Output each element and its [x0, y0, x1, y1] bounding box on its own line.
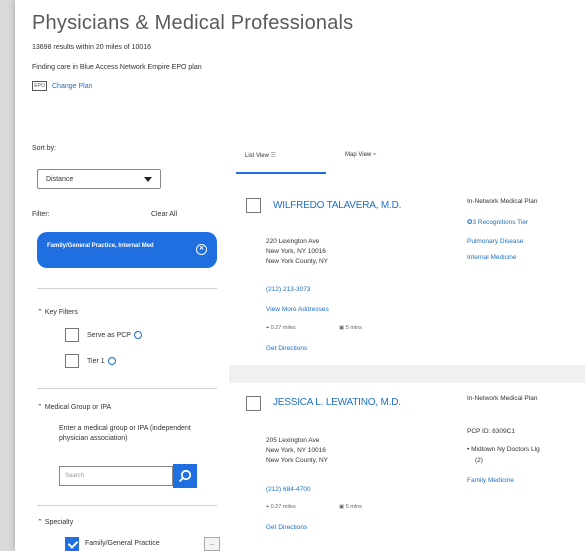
- results-count: 13698 results within 20 miles of 10016: [32, 44, 152, 51]
- serve-as-pcp-label: Serve as PCP: [87, 331, 142, 339]
- more-button[interactable]: ...: [204, 537, 220, 551]
- car-icon: ▣: [339, 325, 345, 331]
- provider-name-link[interactable]: WILFREDO TALAVERA, M.D.: [273, 200, 401, 211]
- car-icon: ▣: [339, 504, 345, 510]
- change-plan-link[interactable]: Change Plan: [52, 83, 92, 90]
- search-button[interactable]: [173, 464, 197, 488]
- tab-map-view[interactable]: Map View ⌖: [345, 152, 376, 159]
- clear-all-link[interactable]: Clear All: [151, 211, 177, 218]
- map-pin-icon: ⌖: [372, 152, 377, 158]
- distance: ⌖ 0.27 miles: [266, 325, 296, 331]
- provider-name-link[interactable]: JESSICA L. LEWATINO, M.D.: [273, 397, 401, 408]
- active-filter-label: Family/General Practice, Internal Med: [47, 243, 154, 249]
- result-card: JESSICA L. LEWATINO, M.D. 205 Lexington …: [229, 383, 585, 551]
- page: Physicians & Medical Professionals 13698…: [15, 0, 585, 551]
- card-separator: [229, 365, 585, 383]
- specialty-link[interactable]: Pulmonary Disease: [467, 238, 523, 245]
- tier-1-checkbox[interactable]: [65, 354, 79, 368]
- travel-time: ▣ 5 mins: [339, 504, 362, 510]
- page-title: Physicians & Medical Professionals: [32, 12, 354, 34]
- divider: [37, 388, 217, 389]
- distance: ⌖ 0.27 miles: [266, 504, 296, 510]
- get-directions-link[interactable]: Get Directions: [266, 524, 307, 531]
- sort-select[interactable]: Distance: [37, 169, 161, 189]
- sort-label: Sort by:: [32, 145, 57, 152]
- family-practice-checkbox[interactable]: [65, 537, 79, 551]
- specialty-title[interactable]: ⌃ Specialty: [37, 518, 73, 526]
- active-filter-chip[interactable]: Family/General Practice, Internal Med ✕: [37, 232, 217, 268]
- medical-group-title[interactable]: ⌃ Medical Group or IPA: [37, 403, 111, 411]
- divider: [37, 288, 217, 289]
- phone-link[interactable]: (212) 213-3073: [266, 286, 310, 293]
- address: 205 Lexington Ave New York, NY 10016 New…: [266, 437, 329, 464]
- specialty-link[interactable]: Internal Medicine: [467, 254, 517, 261]
- serve-as-pcp-checkbox[interactable]: [65, 328, 79, 342]
- sort-value: Distance: [46, 175, 74, 183]
- list-icon: ☰: [270, 153, 276, 159]
- address: 220 Lexington Ave New York, NY 10016 New…: [266, 238, 329, 265]
- travel-time: ▣ 5 mins: [339, 325, 362, 331]
- plan-text: Finding care in Blue Access Network Empi…: [32, 64, 202, 71]
- location-icon: ⌖: [266, 325, 270, 331]
- specialty-link[interactable]: Family Medicine: [467, 477, 514, 484]
- medical-group-search-input[interactable]: Search: [59, 466, 173, 486]
- chevron-down-icon: [144, 176, 152, 182]
- medical-group: • Midtown Ny Doctors Llg: [467, 446, 540, 453]
- active-tab-indicator: [236, 172, 326, 174]
- compare-checkbox[interactable]: [246, 198, 261, 213]
- medical-group-count: (2): [475, 457, 483, 464]
- search-icon: [178, 469, 192, 483]
- compare-checkbox[interactable]: [246, 396, 261, 411]
- info-icon[interactable]: [107, 357, 116, 365]
- tier-1-label: Tier 1: [87, 357, 116, 365]
- plan-row: EPO Change Plan: [32, 81, 92, 91]
- pcp-id: PCP ID: 8309C1: [467, 428, 515, 435]
- result-card: WILFREDO TALAVERA, M.D. 220 Lexington Av…: [229, 180, 585, 365]
- close-icon[interactable]: ✕: [196, 244, 207, 255]
- info-icon[interactable]: [133, 331, 142, 339]
- filter-label: Filter:: [32, 211, 50, 218]
- plan-title: In-Network Medical Plan: [467, 395, 538, 402]
- get-directions-link[interactable]: Get Directions: [266, 345, 307, 352]
- recognition-link[interactable]: ✪3 Recognitions Tier: [467, 218, 528, 226]
- specialty-item-label: Family/General Practice: [85, 540, 160, 547]
- phone-link[interactable]: (212) 684-4700: [266, 486, 310, 493]
- tab-list-view[interactable]: List View ☰: [245, 152, 276, 159]
- divider: [37, 505, 217, 506]
- plan-card-icon: EPO: [32, 81, 47, 91]
- location-icon: ⌖: [266, 504, 270, 510]
- key-filters-title[interactable]: ⌃ Key Filters: [37, 308, 78, 316]
- plan-title: In-Network Medical Plan: [467, 198, 538, 205]
- medical-group-description: Enter a medical group or IPA (independen…: [59, 425, 191, 442]
- more-addresses-link[interactable]: View More Addresses: [266, 306, 329, 313]
